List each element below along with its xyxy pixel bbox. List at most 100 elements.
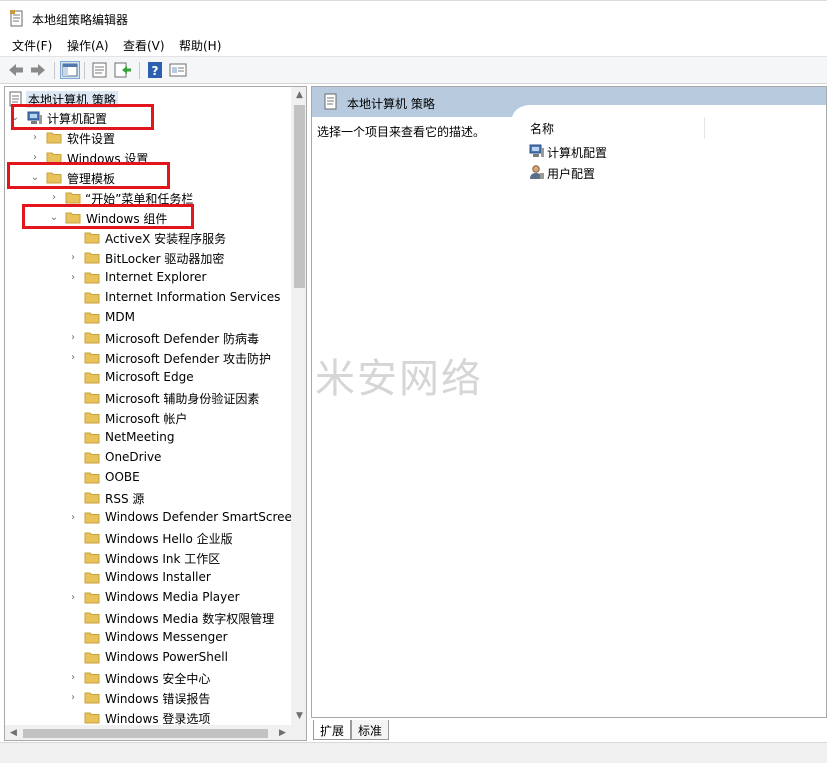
- tree-item-component[interactable]: NetMeeting: [5, 428, 291, 448]
- tree-item-component[interactable]: MDM: [5, 308, 291, 328]
- tree-item-component[interactable]: › Windows 错误报告: [5, 688, 291, 708]
- chevron-right-icon[interactable]: ›: [68, 272, 78, 284]
- tree-item-component[interactable]: OOBE: [5, 468, 291, 488]
- export-list-icon[interactable]: [113, 61, 133, 79]
- tree-item-component[interactable]: Windows Hello 企业版: [5, 528, 291, 548]
- menu-help[interactable]: 帮助(H): [179, 37, 221, 54]
- tree-item-component[interactable]: › Microsoft Defender 攻击防护: [5, 348, 291, 368]
- tree-item-label: Windows Ink 工作区: [105, 552, 221, 566]
- chevron-right-icon[interactable]: ›: [68, 512, 78, 524]
- chevron-right-icon[interactable]: ▶: [274, 725, 291, 740]
- menu-action[interactable]: 操作(A): [67, 37, 109, 54]
- folder-icon: [84, 511, 100, 524]
- folder-icon: [84, 571, 100, 584]
- chevron-down-icon[interactable]: ⌄: [30, 172, 40, 184]
- policy-document-icon: [324, 93, 338, 110]
- scroll-thumb[interactable]: [23, 729, 268, 738]
- tree-pane[interactable]: 本地计算机 策略 ⌄ 计算机配置 › 软件设置 › Windows 设置 ⌄ 管…: [4, 86, 307, 741]
- tree-item-label: Windows Installer: [105, 570, 211, 584]
- folder-icon: [65, 191, 81, 204]
- chevron-right-icon[interactable]: ›: [68, 332, 78, 344]
- scroll-thumb[interactable]: [294, 105, 305, 288]
- policy-document-icon: [9, 91, 23, 107]
- chevron-right-icon[interactable]: ›: [49, 192, 59, 204]
- tree-item-component[interactable]: Microsoft Edge: [5, 368, 291, 388]
- tree-item-computer-config[interactable]: ⌄ 计算机配置: [5, 108, 291, 128]
- tree-horizontal-scrollbar[interactable]: ◀ ▶: [5, 725, 291, 740]
- tree-item-label: 管理模板: [67, 172, 116, 186]
- menu-view[interactable]: 查看(V): [123, 37, 165, 54]
- folder-icon: [84, 391, 100, 404]
- tree-item-component[interactable]: Internet Information Services: [5, 288, 291, 308]
- view-tabs: 扩展 标准: [311, 718, 827, 742]
- chevron-right-icon[interactable]: ›: [30, 152, 40, 164]
- folder-icon: [84, 291, 100, 304]
- tree-root[interactable]: 本地计算机 策略: [5, 89, 291, 109]
- forward-arrow-icon[interactable]: [28, 61, 48, 79]
- chevron-right-icon[interactable]: ›: [68, 692, 78, 704]
- tree-item-start-menu[interactable]: › “开始”菜单和任务栏: [5, 188, 291, 208]
- tree-item-label: Microsoft Defender 攻击防护: [105, 352, 272, 366]
- tree-vertical-scrollbar[interactable]: ▲ ▼: [291, 87, 306, 725]
- folder-icon: [84, 531, 100, 544]
- tree-item-label: NetMeeting: [105, 430, 175, 444]
- chevron-down-icon[interactable]: ▼: [291, 708, 306, 725]
- tree-item-software-settings[interactable]: › 软件设置: [5, 128, 291, 148]
- help-icon[interactable]: ?: [145, 61, 165, 79]
- back-arrow-icon[interactable]: [6, 61, 26, 79]
- chevron-right-icon[interactable]: ›: [68, 672, 78, 684]
- tree-item-component[interactable]: Windows Media 数字权限管理: [5, 608, 291, 628]
- chevron-right-icon[interactable]: ›: [30, 132, 40, 144]
- tree-item-component[interactable]: › Windows Media Player: [5, 588, 291, 608]
- tree-item-component[interactable]: › Microsoft Defender 防病毒: [5, 328, 291, 348]
- tree-item-label: 计算机配置: [47, 112, 108, 126]
- folder-icon: [84, 611, 100, 624]
- tree-item-component[interactable]: › BitLocker 驱动器加密: [5, 248, 291, 268]
- tree-item-label: MDM: [105, 310, 135, 324]
- tree-item-label: 软件设置: [67, 132, 116, 146]
- tree-item-windows-components[interactable]: ⌄ Windows 组件: [5, 208, 291, 228]
- tree-item-component[interactable]: › Internet Explorer: [5, 268, 291, 288]
- tree-item-component[interactable]: › Windows Defender SmartScreen: [5, 508, 300, 528]
- tree-item-component[interactable]: Windows Ink 工作区: [5, 548, 291, 568]
- menu-file[interactable]: 文件(F): [12, 37, 52, 54]
- tree-item-component[interactable]: OneDrive: [5, 448, 291, 468]
- chevron-right-icon[interactable]: ›: [68, 592, 78, 604]
- folder-icon: [84, 691, 100, 704]
- tree-item-label: Windows 安全中心: [105, 672, 211, 686]
- tree-item-windows-settings[interactable]: › Windows 设置: [5, 148, 291, 168]
- tree-item-label: “开始”菜单和任务栏: [85, 192, 194, 206]
- chevron-right-icon[interactable]: ›: [68, 352, 78, 364]
- folder-icon: [46, 131, 62, 144]
- column-header-name[interactable]: 名称: [530, 120, 554, 137]
- computer-icon: [27, 111, 43, 124]
- user-icon: [529, 164, 545, 180]
- tree-item-component[interactable]: Microsoft 辅助身份验证因素: [5, 388, 291, 408]
- tree-item-component[interactable]: Microsoft 帐户: [5, 408, 291, 428]
- chevron-down-icon[interactable]: ⌄: [49, 212, 59, 224]
- tab-extended[interactable]: 扩展: [313, 720, 352, 740]
- tree-item-label: Windows Defender SmartScreen: [105, 510, 300, 524]
- tree-item-component[interactable]: Windows Messenger: [5, 628, 291, 648]
- folder-icon: [84, 671, 100, 684]
- console-view-icon[interactable]: [168, 61, 188, 79]
- chevron-down-icon[interactable]: ⌄: [10, 112, 20, 124]
- tree-item-admin-templates[interactable]: ⌄ 管理模板: [5, 168, 291, 188]
- menu-bar: 文件(F) 操作(A) 查看(V) 帮助(H): [0, 34, 827, 56]
- show-hide-tree-icon[interactable]: [60, 61, 80, 79]
- folder-icon: [84, 411, 100, 424]
- chevron-right-icon[interactable]: ›: [68, 252, 78, 264]
- chevron-left-icon[interactable]: ◀: [5, 725, 22, 740]
- folder-icon: [46, 171, 62, 184]
- tree-item-component[interactable]: ActiveX 安装程序服务: [5, 228, 291, 248]
- properties-icon[interactable]: [90, 61, 110, 79]
- folder-icon: [84, 351, 100, 364]
- tree-item-component[interactable]: Windows Installer: [5, 568, 291, 588]
- tree-item-label: Windows Hello 企业版: [105, 532, 233, 546]
- tab-standard[interactable]: 标准: [351, 720, 390, 740]
- tree-item-component[interactable]: RSS 源: [5, 488, 291, 508]
- details-header: 本地计算机 策略: [312, 87, 826, 125]
- tree-item-component[interactable]: › Windows 安全中心: [5, 668, 291, 688]
- chevron-up-icon[interactable]: ▲: [291, 87, 306, 104]
- tree-item-component[interactable]: Windows PowerShell: [5, 648, 291, 668]
